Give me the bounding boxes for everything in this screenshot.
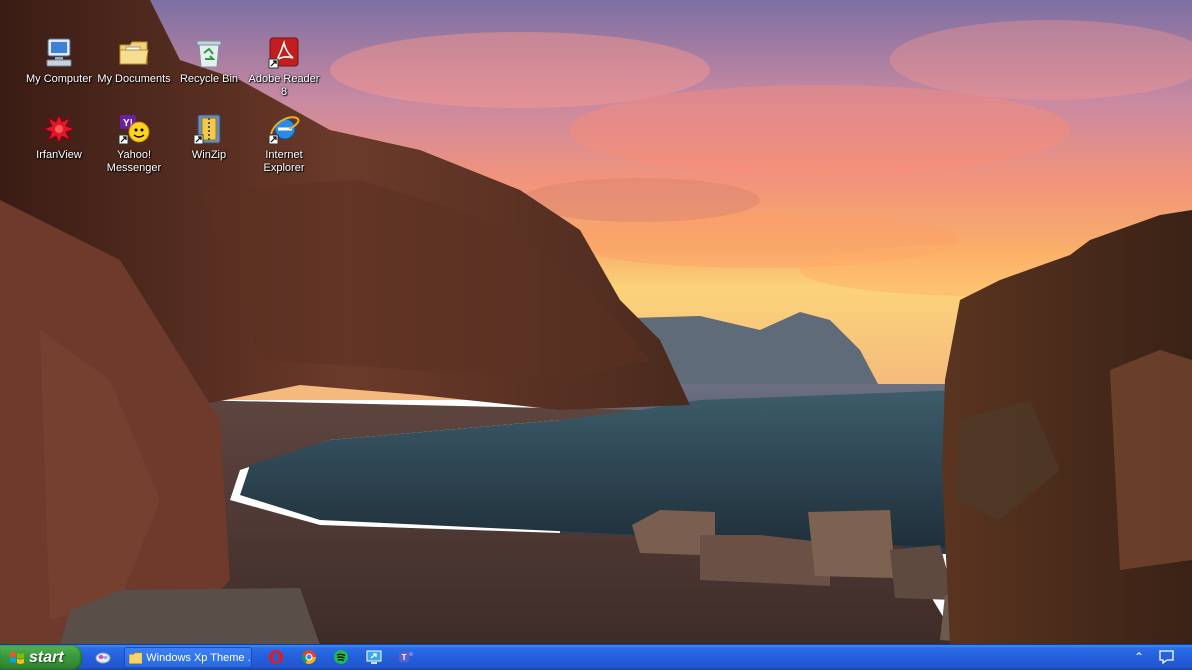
irfanview-icon	[42, 113, 76, 145]
quick-launch-icon[interactable]	[95, 649, 111, 665]
desktop-icon-recycle-bin[interactable]: Recycle Bin	[171, 36, 247, 86]
teams-icon[interactable]: T	[398, 649, 414, 665]
desktop-icon-label: Recycle Bin	[179, 73, 239, 85]
desktop-icon-winzip[interactable]: WinZip	[171, 112, 247, 162]
taskbar: start Windows Xp Theme ... T ⌃	[0, 644, 1192, 670]
yahoo-messenger-icon: Y!	[118, 115, 150, 145]
taskbar-window-button[interactable]: Windows Xp Theme ...	[124, 647, 252, 668]
desktop-icon-label: Adobe Reader 8	[248, 73, 320, 98]
folder-icon	[129, 651, 143, 664]
start-button[interactable]: start	[0, 645, 82, 670]
internet-explorer-icon	[268, 116, 300, 145]
opera-icon[interactable]	[268, 649, 284, 665]
adobe-reader-icon	[268, 37, 299, 69]
desktop-icon-yahoo-messenger[interactable]: Y! Yahoo! Messenger	[96, 112, 172, 175]
desktop-icon-irfanview[interactable]: IrfanView	[21, 112, 97, 162]
recycle-bin-icon	[196, 40, 222, 68]
remote-desktop-icon[interactable]	[366, 649, 382, 665]
start-label: start	[29, 648, 64, 666]
winzip-icon	[193, 114, 221, 145]
desktop-wallpaper	[0, 0, 1192, 645]
desktop-icon-my-computer[interactable]: My Computer	[21, 36, 97, 86]
desktop-icon-label: My Documents	[97, 73, 171, 85]
windows-logo-icon	[10, 651, 24, 664]
desktop-icon-label: My Computer	[25, 73, 93, 85]
taskbar-window-label: Windows Xp Theme ...	[146, 651, 251, 664]
notification-icon[interactable]	[1158, 649, 1175, 665]
desktop-icon-my-documents[interactable]: My Documents	[96, 36, 172, 86]
computer-icon	[46, 38, 72, 67]
desktop-icon-label: WinZip	[191, 149, 227, 161]
spotify-icon[interactable]	[333, 649, 349, 665]
chrome-icon[interactable]	[301, 649, 317, 665]
desktop-icon-internet-explorer[interactable]: Internet Explorer	[246, 112, 322, 175]
desktop-icon-adobe-reader[interactable]: Adobe Reader 8	[246, 36, 322, 99]
desktop-icon-label: Yahoo! Messenger	[106, 149, 162, 174]
documents-folder-icon	[119, 41, 149, 65]
svg-text:T: T	[402, 653, 407, 662]
desktop-icon-label: IrfanView	[36, 149, 82, 161]
desktop-icon-label: Internet Explorer	[263, 149, 305, 174]
show-hidden-icons-button[interactable]: ⌃	[1134, 650, 1144, 664]
